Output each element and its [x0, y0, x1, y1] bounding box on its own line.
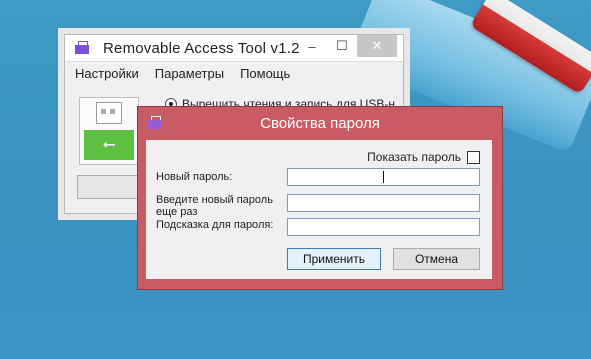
show-password-checkbox[interactable] [467, 150, 480, 164]
menu-parameters[interactable]: Параметры [155, 66, 224, 81]
show-password-label: Показать пароль [367, 150, 461, 164]
main-title-bar[interactable]: Removable Access Tool v1.2 – ☐ ✕ [65, 35, 403, 61]
usb-symbol-icon: ⭠ [84, 130, 134, 160]
new-password-field[interactable] [287, 168, 480, 186]
cancel-button[interactable]: Отмена [393, 248, 480, 270]
dialog-title: Свойства пароля [260, 114, 380, 132]
usb-app-icon [75, 41, 89, 55]
repeat-password-field[interactable] [287, 194, 480, 212]
new-password-label: Новый пароль: [156, 171, 233, 183]
repeat-password-label: Введите новый пароль еще раз [156, 194, 273, 218]
maximize-icon[interactable]: ☐ [328, 35, 356, 57]
menu-bar: Настройки Параметры Помощь [65, 61, 403, 84]
show-password-toggle[interactable]: Показать пароль [367, 150, 480, 164]
password-dialog: Свойства пароля Показать пароль Новый па… [137, 106, 503, 290]
password-hint-field[interactable] [287, 218, 480, 236]
close-icon[interactable]: ✕ [357, 35, 397, 57]
text-caret [383, 171, 384, 183]
minimize-icon[interactable]: – [298, 35, 326, 57]
apply-button[interactable]: Применить [287, 248, 381, 270]
dialog-body: Показать пароль Новый пароль: Введите но… [146, 140, 492, 279]
main-window-title: Removable Access Tool v1.2 [103, 39, 300, 57]
dialog-title-bar[interactable]: Свойства пароля [138, 107, 502, 139]
password-hint-label: Подсказка для пароля: [156, 219, 274, 231]
menu-help[interactable]: Помощь [240, 66, 290, 81]
menu-settings[interactable]: Настройки [75, 66, 139, 81]
usb-drive-icon: ⭠ [79, 97, 139, 165]
